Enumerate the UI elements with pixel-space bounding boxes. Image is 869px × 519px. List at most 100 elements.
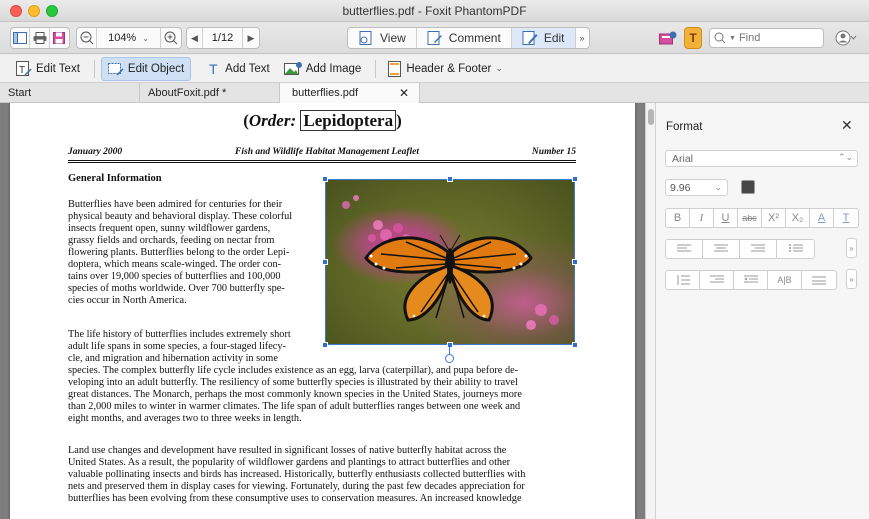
header-footer-button[interactable]: Header & Footer ⌄ [382,58,509,80]
align-left-icon[interactable] [666,240,703,258]
svg-text:T: T [209,61,218,77]
edit-object-button[interactable]: Edit Object [100,56,192,81]
edit-mode-button[interactable]: Edit [511,28,576,48]
text-color-swatch[interactable] [741,180,755,194]
tab-butterflies[interactable]: butterflies.pdf ✕ [280,83,420,103]
page-number-field[interactable]: 1/12 [203,28,243,48]
spacing-buttons: A|B [665,270,837,290]
paragraph-3[interactable]: Land use changes and development have re… [68,445,525,505]
word-spacing-icon[interactable] [802,271,836,289]
text-scale-button[interactable]: T [834,209,858,227]
protect-icon[interactable] [656,27,680,49]
add-image-label: Add Image [305,62,362,75]
zoom-select[interactable]: 104% ⌄ [97,28,161,48]
title-order: Order: [248,111,297,130]
add-text-button[interactable]: T Add Text [201,58,276,80]
format-panel: Format ✕ Arial ⌃⌄ 9.96 ⌄ B I U abc X² X₂… [655,103,869,519]
document-viewport[interactable]: (Order: Lepidoptera) January 2000 Fish a… [0,103,645,519]
indent-decrease-icon[interactable] [734,271,768,289]
edit-object-icon [107,62,124,76]
resize-handle[interactable] [322,342,328,348]
line-spacing-icon[interactable] [666,271,700,289]
resize-handle[interactable] [572,176,578,182]
text-line: eight months, and averages two to three … [68,413,302,424]
edit-text-button[interactable]: T Edit Text [10,58,86,80]
close-tab-icon[interactable]: ✕ [399,86,409,100]
pdf-page[interactable]: (Order: Lepidoptera) January 2000 Fish a… [10,103,635,519]
text-line: valuable pollinating insects and birds h… [68,469,526,480]
search-icon [714,32,726,44]
view-mode-label: View [380,31,406,45]
strikethrough-button[interactable]: abc [738,209,762,227]
comment-icon [427,31,442,45]
zoom-out-icon[interactable] [77,28,97,48]
tab-aboutfoxit[interactable]: AboutFoxit.pdf * [140,83,280,103]
text-line: grassy fields and orchards, feeding on n… [68,235,275,246]
view-icon [359,31,372,45]
rotate-handle-icon[interactable] [445,354,454,363]
view-mode-button[interactable]: View [348,28,417,48]
text-style-buttons: B I U abc X² X₂ A T [665,208,859,228]
typewriter-icon[interactable]: T [684,27,702,49]
font-size-value: 9.96 [670,181,691,194]
superscript-button[interactable]: X² [762,209,786,227]
bullet-list-icon[interactable] [777,240,814,258]
char-spacing-button[interactable]: A [810,209,834,227]
find-box[interactable]: ▼ [709,28,824,48]
comment-mode-label: Comment [448,31,501,45]
italic-button[interactable]: I [690,209,714,227]
resize-handle[interactable] [572,259,578,265]
resize-handle[interactable] [322,259,328,265]
text-line: tains over 19,000 species of butterflies… [68,271,281,282]
text-line: nets and preserved them in display cases… [68,481,525,492]
close-icon[interactable]: ✕ [841,117,853,134]
add-image-button[interactable]: Add Image [278,58,368,80]
tab-start[interactable]: Start [0,83,140,103]
align-right-icon[interactable] [740,240,777,258]
print-icon[interactable] [30,28,50,48]
underline-button[interactable]: U [714,209,738,227]
find-dropdown-icon[interactable]: ▼ [729,35,736,42]
zoom-in-icon[interactable] [161,28,181,48]
font-family-select[interactable]: Arial ⌃⌄ [665,150,858,167]
indent-increase-icon[interactable] [700,271,734,289]
resize-handle[interactable] [447,342,453,348]
previous-page-icon[interactable]: ◀ [187,28,203,48]
section-heading[interactable]: General Information [68,173,162,184]
account-icon[interactable] [833,27,859,49]
resize-handle[interactable] [572,342,578,348]
text-line: veloping into an adult butterfly. The re… [68,377,518,388]
title-word-selected[interactable]: Lepidoptera [300,110,397,131]
more-spacing-icon[interactable]: » [846,269,857,289]
edit-text-label: Edit Text [36,62,80,75]
add-text-icon: T [209,61,218,77]
find-input[interactable] [738,32,809,44]
header-footer-label: Header & Footer [406,62,492,75]
scrollbar-thumb[interactable] [648,109,654,125]
tab-label: AboutFoxit.pdf * [148,87,227,99]
sidebar-toggle-icon[interactable] [11,28,31,48]
next-page-icon[interactable]: ▶ [243,28,259,48]
save-icon[interactable] [50,28,69,48]
title-bar: butterflies.pdf - Foxit PhantomPDF [0,0,869,22]
text-line: doptera, which means scale-winged. The o… [68,259,282,270]
edit-text-icon: T [16,60,32,76]
text-line: physical beauty and behavioral display. … [68,211,293,222]
add-image-icon [283,61,302,75]
resize-handle[interactable] [447,176,453,182]
document-title[interactable]: (Order: Lepidoptera) [10,110,635,131]
resize-handle[interactable] [322,176,328,182]
text-line: United States. As a result, the populari… [68,457,511,468]
subscript-button[interactable]: X₂ [786,209,810,227]
vertical-scrollbar[interactable] [645,103,655,519]
align-center-icon[interactable] [703,240,740,258]
bold-button[interactable]: B [666,209,690,227]
more-alignment-icon[interactable]: » [846,238,857,258]
svg-text:T: T [19,65,25,76]
more-modes-button[interactable]: » [576,28,589,48]
paragraph-1[interactable]: Butterflies have been admired for centur… [68,199,292,307]
comment-mode-button[interactable]: Comment [417,28,512,48]
hyphenation-icon[interactable]: A|B [768,271,802,289]
alignment-buttons [665,239,815,259]
font-size-select[interactable]: 9.96 ⌄ [665,179,728,196]
